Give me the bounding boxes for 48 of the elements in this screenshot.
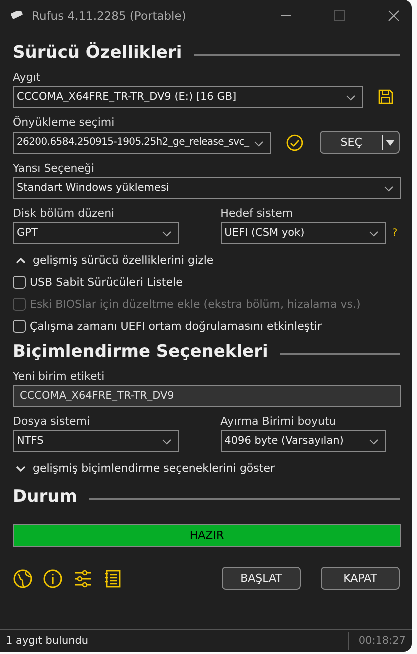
usb-drive-icon — [8, 11, 24, 21]
field-label: Önyükleme seçimi — [13, 116, 116, 129]
field-label: Disk bölüm düzeni — [13, 207, 116, 220]
progress-bar: HAZIR — [13, 524, 401, 547]
action-button[interactable]: KAPAT — [321, 567, 400, 590]
image-option-dropdown[interactable]: Standart Windows yüklemesi — [13, 177, 401, 199]
field-label: Yansı Seçeneği — [13, 162, 96, 175]
device-dropdown[interactable]: CCCOMA_X64FRE_TR-TR_DV9 (E:) [16 GB] — [13, 86, 363, 108]
boot-selection-dropdown[interactable]: 26200.6584.250915-1905.25h2_ge_release_svc_ — [13, 132, 272, 154]
field-label: Ayırma Birimi boyutu — [220, 415, 338, 428]
dropdown-triangle-icon — [386, 140, 395, 146]
chevron-down-icon — [369, 231, 380, 237]
advanced-toggle[interactable]: gelişmiş sürücü özelliklerini gizle — [16, 254, 214, 267]
chevron-down-icon — [162, 439, 172, 445]
target-system-dropdown[interactable]: UEFI (CSM yok) — [220, 222, 386, 244]
section-heading: Biçimlendirme Seçenekleri — [13, 342, 268, 362]
chevron-down-icon — [369, 439, 380, 445]
settings-icon[interactable] — [73, 568, 93, 588]
field-label: Aygıt — [13, 71, 42, 84]
chevron-down-icon — [254, 140, 264, 146]
action-button[interactable]: BAŞLAT — [222, 567, 301, 590]
option-checkbox[interactable]: USB Sabit Sürücüleri Listele — [13, 276, 183, 289]
chevron-icon — [16, 258, 26, 264]
window-title: Rufus 4.11.2285 (Portable) — [32, 9, 186, 23]
option-checkbox[interactable]: Çalışma zamanı UEFI ortam doğrulamasını etkinleştir — [13, 320, 322, 333]
globe-icon[interactable] — [13, 568, 33, 588]
chevron-down-icon — [384, 186, 394, 192]
field-label: Dosya sistemi — [13, 415, 92, 428]
close-icon[interactable] — [388, 10, 400, 22]
partition-scheme-dropdown[interactable]: GPT — [13, 222, 179, 244]
info-icon[interactable] — [43, 568, 63, 588]
cluster-size-dropdown[interactable]: 4096 byte (Varsayılan) — [220, 430, 386, 452]
elapsed-time: 00:18:27 — [358, 635, 406, 647]
help-link[interactable]: ? — [392, 228, 400, 244]
chevron-down-icon — [162, 231, 172, 237]
field-label: Yeni birim etiketi — [13, 370, 106, 383]
section-heading: Durum — [13, 487, 78, 507]
section-heading: Sürücü Özellikleri — [13, 43, 182, 63]
select-split-button[interactable]: SEÇ — [320, 131, 400, 154]
status-message: 1 aygıt bulundu — [6, 635, 90, 647]
chevron-down-icon — [346, 95, 356, 101]
check-circle-icon — [286, 134, 304, 152]
advanced-toggle[interactable]: gelişmiş biçimlendirme seçeneklerini göster — [16, 462, 275, 475]
chevron-icon — [16, 466, 26, 472]
field-label: Hedef sistem — [220, 207, 294, 220]
volume-label-field[interactable]: CCCOMA_X64FRE_TR-TR_DV9 — [13, 385, 401, 407]
log-icon[interactable] — [103, 568, 123, 588]
file-system-dropdown[interactable]: NTFS — [13, 430, 179, 452]
